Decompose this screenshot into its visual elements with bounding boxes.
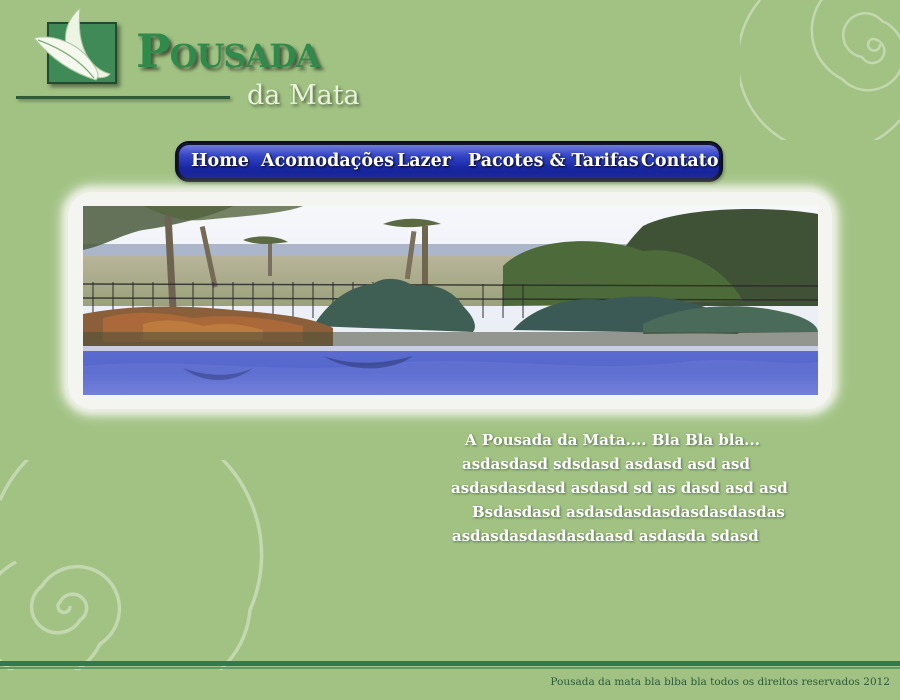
swirl-decoration-bottom-left <box>0 460 264 670</box>
main-navigation: Home Acomodações Lazer Pacotes & Tarifas… <box>175 141 723 182</box>
intro-text: A Pousada da Mata.... Bla Bla bla... asd… <box>440 428 810 548</box>
brand-logo[interactable]: Pousada da Mata <box>16 4 376 114</box>
footer-copyright: Pousada da mata bla blba bla todos os di… <box>550 676 890 688</box>
pool-garden-photo <box>83 206 818 395</box>
intro-line: asdasdasd sdsdasd asdasd asd asd <box>462 455 750 473</box>
intro-line: asdasdasdasdasdaasd asdasda sdasd <box>452 527 759 545</box>
footer-divider-secondary <box>0 667 900 669</box>
brand-subtitle: da Mata <box>247 80 360 111</box>
nav-acomodacoes[interactable]: Acomodações <box>261 151 394 172</box>
leaf-logo-icon <box>33 6 111 81</box>
nav-home[interactable]: Home <box>191 151 249 172</box>
footer-divider <box>0 661 900 666</box>
nav-pacotes-tarifas[interactable]: Pacotes & Tarifas <box>468 151 639 172</box>
intro-line: A Pousada da Mata.... Bla Bla bla... <box>465 431 760 449</box>
nav-contato[interactable]: Contato <box>641 151 719 172</box>
banner-photo <box>83 206 818 395</box>
swirl-decoration-top-right <box>740 0 900 140</box>
banner-frame <box>68 192 832 409</box>
intro-line: Bsdasdasd asdasdasdasdasdasdasdas <box>472 503 785 521</box>
logo-underline <box>16 96 230 99</box>
brand-title: Pousada <box>136 24 321 78</box>
intro-line: asdasdasdasd asdasd sd as dasd asd asd <box>451 479 788 497</box>
nav-lazer[interactable]: Lazer <box>397 151 451 172</box>
